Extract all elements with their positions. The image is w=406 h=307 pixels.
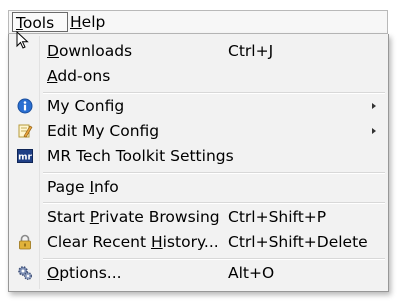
addons-label: Add-ons [47,64,110,88]
downloads-shortcut: Ctrl+J [228,42,274,60]
info-icon [17,98,33,114]
menu-item-start-private-browsing[interactable]: Start Private Browsing Ctrl+Shift+P [9,205,388,229]
menu-item-addons[interactable]: Add-ons [9,64,388,88]
menu-tools-accel: T [16,14,23,32]
lock-icon [19,234,31,250]
page-info-text-after: nfo [94,178,119,196]
edit-icon [18,124,33,138]
clear-history-accel: H [150,233,163,251]
menu-item-edit-my-config[interactable]: Edit My Config [9,119,388,143]
private-browsing-text-before: Start [47,208,90,226]
menu-tools-label: ools [22,14,55,32]
submenu-arrow-icon [372,103,376,109]
options-label: Options... [47,261,122,285]
menu-help[interactable]: Help [67,12,109,32]
private-browsing-accel: P [89,208,99,226]
page-info-label: Page Info [47,175,119,199]
menu-separator [43,202,385,204]
menu-tools[interactable]: Tools [12,12,68,32]
menu-item-page-info[interactable]: Page Info [9,175,388,199]
private-browsing-label: Start Private Browsing [47,205,220,229]
clear-history-text-before: Clear Recent [47,233,151,251]
my-config-label: My Config [47,97,125,115]
menu-item-clear-recent-history[interactable]: Clear Recent History... Ctrl+Shift+Delet… [9,230,388,254]
menu-item-my-config[interactable]: My Config [9,94,388,118]
menu-item-mr-tech-toolkit-settings[interactable]: mr MR Tech Toolkit Settings [9,144,388,168]
downloads-label: Downloads [47,39,132,63]
menu-bar: Tools Help [8,10,388,34]
downloads-text: ownloads [58,42,133,60]
page-info-text-before: Page [47,178,90,196]
mr-tech-label: MR Tech Toolkit Settings [47,147,234,165]
tools-dropdown-menu: Downloads Ctrl+J Add-ons My Config Edit … [8,34,389,292]
downloads-accel: D [47,42,59,60]
edit-my-config-label: Edit My Config [47,122,160,140]
clear-history-shortcut: Ctrl+Shift+Delete [228,233,368,251]
clear-history-label: Clear Recent History... [47,230,219,254]
addons-accel: A [47,67,58,85]
options-accel: O [47,264,60,282]
private-browsing-shortcut: Ctrl+Shift+P [228,208,327,226]
menu-item-options[interactable]: Options... Alt+O [9,261,388,285]
mouse-cursor-icon [16,31,29,49]
menu-help-accel: H [70,13,82,31]
submenu-arrow-icon [372,128,376,134]
options-text-after: ptions... [59,264,122,282]
menu-separator [43,258,385,260]
options-shortcut: Alt+O [228,264,275,282]
mr-tech-icon: mr [17,149,33,163]
menu-separator [43,172,385,174]
svg-text:mr: mr [18,153,32,163]
clear-history-text-after: istory... [162,233,219,251]
addons-text: dd-ons [57,67,111,85]
menu-item-downloads[interactable]: Downloads Ctrl+J [9,39,388,63]
menu-help-label: elp [81,13,106,31]
gears-icon [18,266,32,280]
private-browsing-text-after: rivate Browsing [98,208,220,226]
